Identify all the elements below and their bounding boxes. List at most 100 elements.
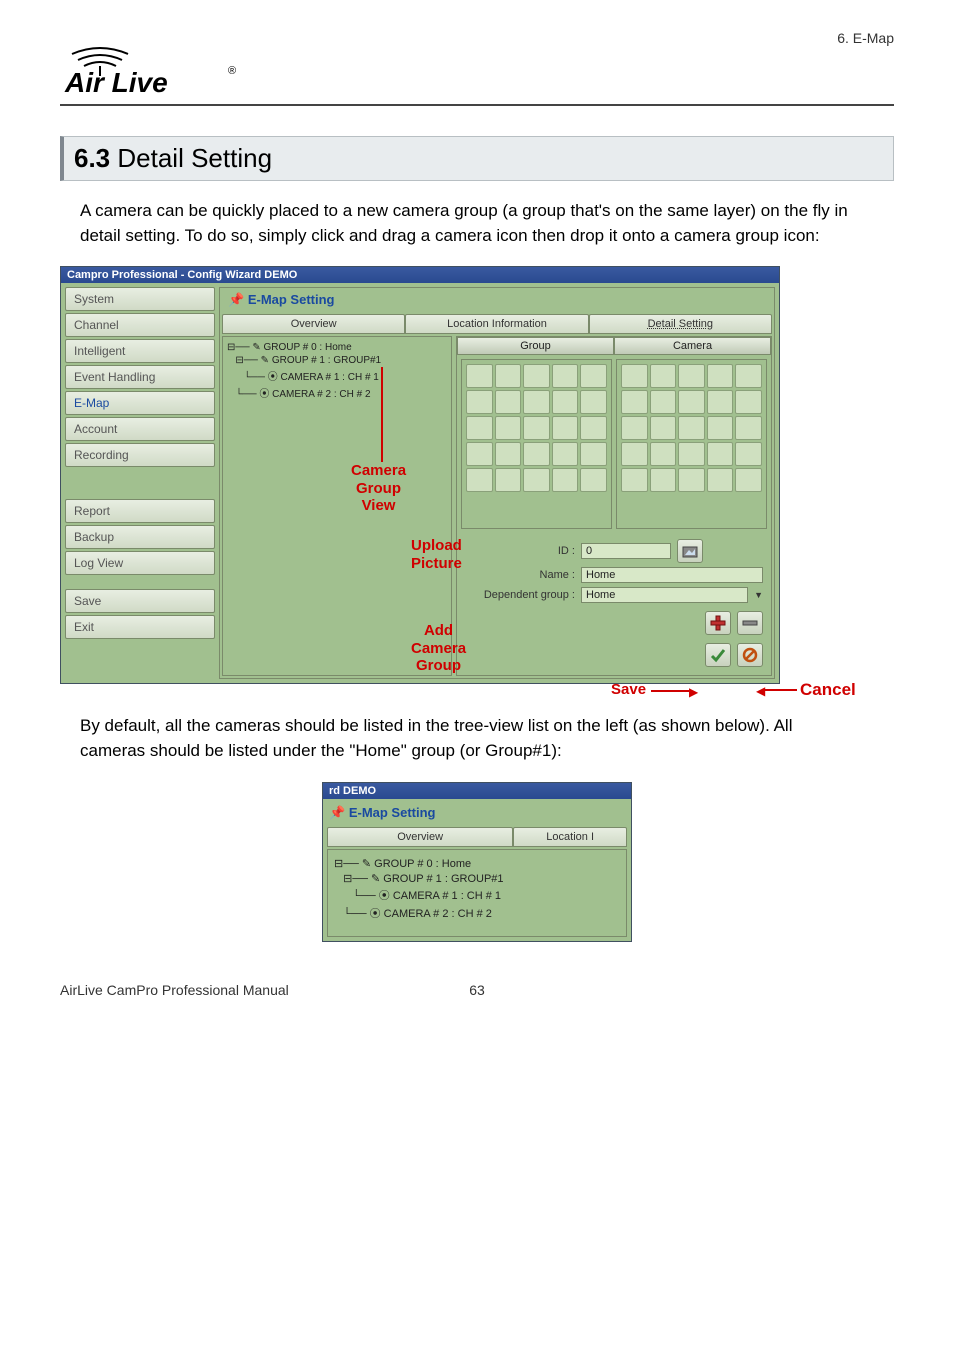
group-icon-cell[interactable]	[466, 390, 493, 414]
pin-icon: 📌	[228, 292, 244, 307]
camera-icon-cell[interactable]	[707, 390, 734, 414]
group-icon-cell[interactable]	[580, 468, 607, 492]
tab-overview-2[interactable]: Overview	[327, 827, 513, 847]
group-icon-cell[interactable]	[495, 468, 522, 492]
cancel-button[interactable]	[737, 643, 763, 667]
group-icon-cell[interactable]	[552, 468, 579, 492]
camera-icon-cell[interactable]	[735, 390, 762, 414]
group-icon-cell[interactable]	[495, 442, 522, 466]
name-field[interactable]: Home	[581, 567, 763, 583]
group-icon-cell[interactable]	[523, 364, 550, 388]
palette-group-icons[interactable]	[461, 359, 612, 529]
panel-title: 📌 E-Map Setting	[222, 290, 772, 314]
sidebar-item-account[interactable]: Account	[65, 417, 215, 441]
group-icon-cell[interactable]	[552, 364, 579, 388]
sidebar-item-log-view[interactable]: Log View	[65, 551, 215, 575]
group-icon-cell[interactable]	[466, 416, 493, 440]
sidebar-item-intelligent[interactable]: Intelligent	[65, 339, 215, 363]
sidebar-item-event-handling[interactable]: Event Handling	[65, 365, 215, 389]
camera-icon-cell[interactable]	[707, 442, 734, 466]
sidebar: SystemChannelIntelligentEvent HandlingE-…	[65, 287, 215, 679]
section-title: Detail Setting	[117, 143, 272, 173]
sidebar-item-save[interactable]: Save	[65, 589, 215, 613]
camera-icon-cell[interactable]	[650, 442, 677, 466]
sidebar-item-e-map[interactable]: E-Map	[65, 391, 215, 415]
camera-icon-cell[interactable]	[707, 364, 734, 388]
camera-icon-cell[interactable]	[735, 468, 762, 492]
camera-icon-cell[interactable]	[621, 364, 648, 388]
group-icon-cell[interactable]	[552, 416, 579, 440]
group-icon-cell[interactable]	[495, 416, 522, 440]
save-button[interactable]	[705, 643, 731, 667]
sidebar-item-channel[interactable]: Channel	[65, 313, 215, 337]
camera-icon-cell[interactable]	[678, 442, 705, 466]
sidebar-item-report[interactable]: Report	[65, 499, 215, 523]
camera-icon-cell[interactable]	[621, 442, 648, 466]
palette-camera-icons[interactable]	[616, 359, 767, 529]
tree-view[interactable]: ⊟── ✎ GROUP # 0 : Home ⊟── ✎ GROUP # 1 :…	[222, 336, 452, 676]
camera-icon-cell[interactable]	[678, 364, 705, 388]
sidebar-item-backup[interactable]: Backup	[65, 525, 215, 549]
window-titlebar: Campro Professional - Config Wizard DEMO	[61, 267, 779, 283]
group-icon-cell[interactable]	[552, 442, 579, 466]
group-icon-cell[interactable]	[552, 390, 579, 414]
camera-icon-cell[interactable]	[678, 468, 705, 492]
svg-text:®: ®	[228, 65, 236, 77]
group-icon-cell[interactable]	[523, 442, 550, 466]
camera-icon-cell[interactable]	[650, 468, 677, 492]
camera-icon-cell[interactable]	[621, 416, 648, 440]
add-camera-group-button[interactable]	[705, 611, 731, 635]
upload-picture-button[interactable]	[677, 539, 703, 563]
dependent-group-select[interactable]: Home	[581, 587, 748, 603]
pin-icon: 📌	[329, 805, 345, 820]
group-icon-cell[interactable]	[466, 442, 493, 466]
camera-icon-cell[interactable]	[735, 416, 762, 440]
tab-row: OverviewLocation InformationDetail Setti…	[222, 314, 772, 334]
panel-title-text: E-Map Setting	[248, 292, 335, 307]
tree-node[interactable]: └── ⦿ CAMERA # 2 : CH # 2	[227, 384, 447, 401]
camera-icon-cell[interactable]	[707, 468, 734, 492]
tab-location-information[interactable]: Location Information	[405, 314, 588, 334]
camera-icon-cell[interactable]	[650, 416, 677, 440]
tree-node[interactable]: ⊟── ✎ GROUP # 0 : Home	[227, 341, 447, 354]
group-icon-cell[interactable]	[495, 364, 522, 388]
camera-icon-cell[interactable]	[707, 416, 734, 440]
group-icon-cell[interactable]	[466, 364, 493, 388]
group-icon-cell[interactable]	[466, 468, 493, 492]
remove-camera-group-button[interactable]	[737, 611, 763, 635]
tree-node[interactable]: ⊟── ✎ GROUP # 0 : Home	[334, 856, 620, 871]
group-icon-cell[interactable]	[523, 468, 550, 492]
tree-view-2[interactable]: ⊟── ✎ GROUP # 0 : Home ⊟── ✎ GROUP # 1 :…	[327, 849, 627, 937]
tree-node[interactable]: └── ⦿ CAMERA # 1 : CH # 1	[334, 886, 620, 904]
tree-node[interactable]: ⊟── ✎ GROUP # 1 : GROUP#1	[334, 871, 620, 886]
tab-overview[interactable]: Overview	[222, 314, 405, 334]
sidebar-item-exit[interactable]: Exit	[65, 615, 215, 639]
group-icon-cell[interactable]	[580, 416, 607, 440]
camera-icon-cell[interactable]	[621, 468, 648, 492]
camera-icon-cell[interactable]	[735, 442, 762, 466]
group-icon-cell[interactable]	[523, 416, 550, 440]
screenshot-config-wizard: Campro Professional - Config Wizard DEMO…	[60, 266, 780, 684]
group-icon-cell[interactable]	[580, 442, 607, 466]
sidebar-item-recording[interactable]: Recording	[65, 443, 215, 467]
group-icon-cell[interactable]	[495, 390, 522, 414]
camera-icon-cell[interactable]	[735, 364, 762, 388]
group-icon-cell[interactable]	[580, 390, 607, 414]
camera-icon-cell[interactable]	[678, 416, 705, 440]
id-field[interactable]: 0	[581, 543, 671, 559]
camera-icon-cell[interactable]	[678, 390, 705, 414]
chevron-down-icon[interactable]: ▼	[754, 590, 763, 600]
tree-node[interactable]: └── ⦿ CAMERA # 2 : CH # 2	[334, 904, 620, 922]
palette-header-group: Group	[457, 337, 614, 355]
camera-icon-cell[interactable]	[621, 390, 648, 414]
tab-location-2[interactable]: Location I	[513, 827, 627, 847]
tree-node[interactable]: └── ⦿ CAMERA # 1 : CH # 1	[227, 367, 447, 384]
tree-node[interactable]: ⊟── ✎ GROUP # 1 : GROUP#1	[227, 354, 447, 367]
section-heading: 6.3 Detail Setting	[60, 136, 894, 181]
camera-icon-cell[interactable]	[650, 364, 677, 388]
sidebar-item-system[interactable]: System	[65, 287, 215, 311]
camera-icon-cell[interactable]	[650, 390, 677, 414]
group-icon-cell[interactable]	[580, 364, 607, 388]
tab-detail-setting[interactable]: Detail Setting	[589, 314, 772, 334]
group-icon-cell[interactable]	[523, 390, 550, 414]
